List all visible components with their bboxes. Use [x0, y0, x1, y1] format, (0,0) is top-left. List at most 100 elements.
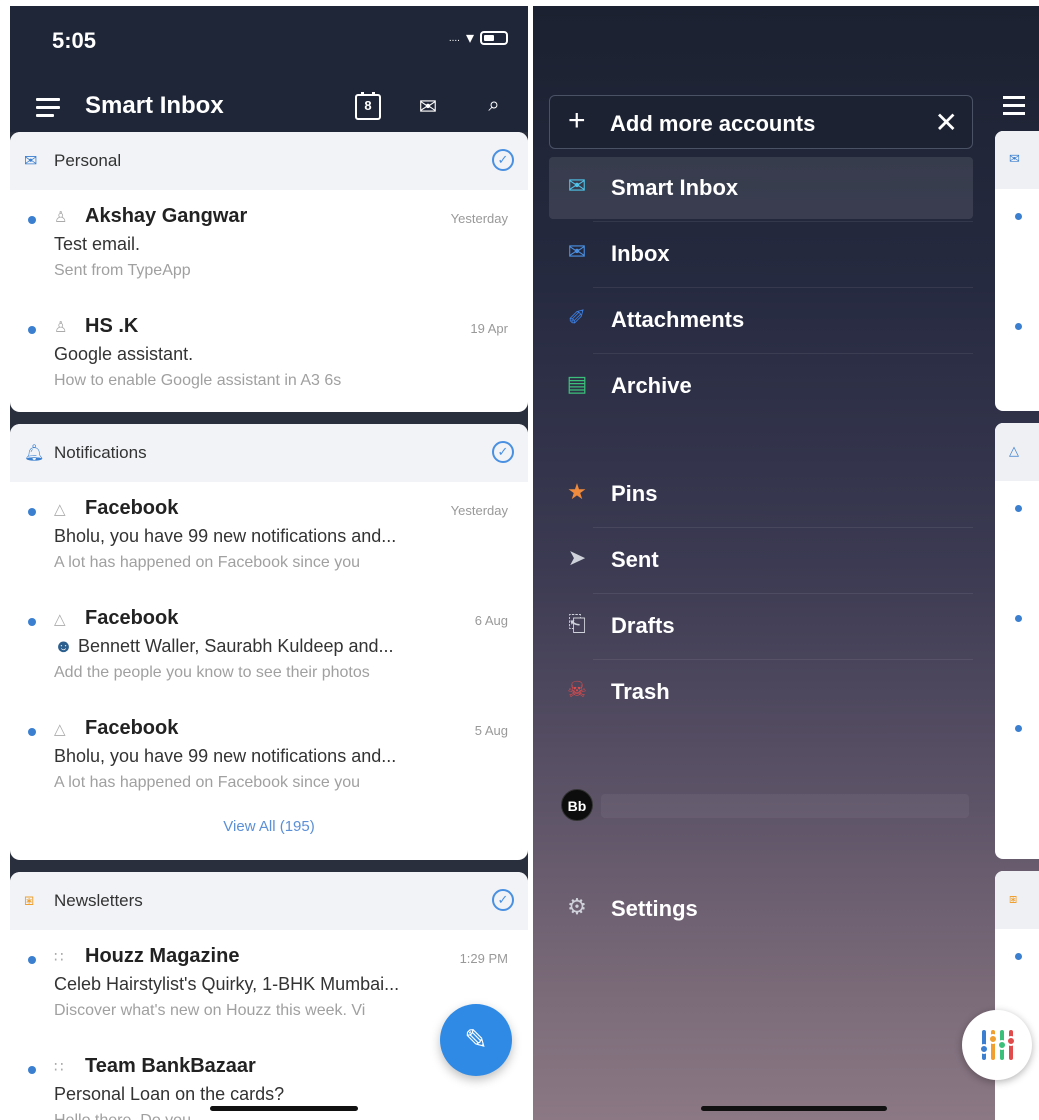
close-icon[interactable]: ✕ [935, 106, 958, 139]
smart-inbox-icon: ✉ [567, 173, 587, 198]
peek-card: ⧆ [995, 871, 1039, 1120]
section-header[interactable]: ⧆ Newsletters ✓ [10, 872, 528, 930]
envelope-icon: ✉ [24, 153, 38, 170]
mail-preview: Hello there, Do you... [54, 1112, 204, 1120]
draft-icon: ⎗ [568, 611, 586, 636]
section-title: Notifications [54, 443, 147, 462]
section-title: Personal [54, 151, 122, 170]
home-indicator [210, 1106, 358, 1111]
plus-icon: + [568, 104, 586, 137]
check-circle-icon[interactable]: ✓ [492, 149, 514, 171]
add-accounts-label: Add more accounts [610, 111, 816, 136]
mail-preview: How to enable Google assistant in A3 6s [54, 372, 342, 389]
mail-check-icon[interactable]: ✉ [414, 94, 442, 120]
check-circle-icon[interactable]: ✓ [492, 441, 514, 463]
drawer-item-pins[interactable]: ★ Pins [549, 463, 973, 525]
drawer-item-label: Drafts [611, 613, 675, 638]
wifi-icon: ▾ [465, 30, 474, 47]
unread-dot [1015, 323, 1022, 330]
peeking-inbox[interactable]: ✉ △ ⧆ [993, 6, 1039, 1120]
search-icon[interactable]: ⌕ [480, 94, 508, 117]
drawer-item-smart-inbox[interactable]: ✉ Smart Inbox [549, 157, 973, 219]
mail-sender: Houzz Magazine [85, 945, 240, 967]
divider [593, 659, 973, 660]
unread-dot [28, 508, 36, 516]
unread-dot [28, 1066, 36, 1074]
mail-preview: Discover what's new on Houzz this week. … [54, 1002, 366, 1019]
unread-dot [28, 728, 36, 736]
contacts-icon: ☻ [54, 636, 73, 656]
account-bankbazaar[interactable]: Bb [549, 784, 973, 828]
peek-card: △ [995, 423, 1039, 859]
drawer-item-attachments[interactable]: ✐ Attachments [549, 289, 973, 351]
rss-icon: ∷ [54, 1059, 64, 1076]
envelope-icon: ✉ [995, 131, 1039, 189]
mail-sender: Akshay Gangwar [85, 205, 248, 227]
mail-item[interactable]: ♙ Akshay Gangwar Yesterday Test email. S… [10, 190, 528, 300]
mail-sender: Team BankBazaar [85, 1055, 256, 1077]
mail-subject: Bennett Waller, Saurabh Kuldeep and... [77, 636, 394, 656]
person-icon: ♙ [54, 319, 68, 336]
view-all-link[interactable]: View All (195) [10, 812, 528, 852]
divider [593, 527, 973, 528]
drawer-item-label: Attachments [611, 307, 745, 332]
filter-button[interactable] [962, 1010, 1032, 1080]
add-accounts-button[interactable]: + Add more accounts ✕ [549, 95, 973, 149]
section-title: Newsletters [54, 891, 143, 910]
mail-sender: Facebook [85, 607, 179, 629]
pin-icon: ★ [567, 479, 587, 504]
bell-icon: △ [54, 501, 66, 518]
rss-icon: ∷ [54, 949, 64, 966]
check-circle-icon[interactable]: ✓ [492, 889, 514, 911]
unread-dot [28, 326, 36, 334]
mail-date: Yesterday [450, 503, 508, 518]
divider [593, 221, 973, 222]
mail-date: 5 Aug [474, 723, 508, 738]
mail-subject: Test email. [54, 234, 141, 254]
mail-subject: Google assistant. [54, 344, 194, 364]
section-header[interactable]: ✉ Personal ✓ [10, 132, 528, 190]
drawer-item-label: Pins [611, 481, 658, 506]
drawer-item-label: Smart Inbox [611, 175, 739, 200]
home-indicator [701, 1106, 887, 1111]
section-personal: ✉ Personal ✓ ♙ Akshay Gangwar Yesterday … [10, 132, 528, 412]
battery-icon [480, 31, 508, 45]
drawer-item-drafts[interactable]: ⎗ Drafts [549, 595, 973, 657]
mail-subject: Personal Loan on the cards? [54, 1084, 285, 1104]
mail-item[interactable]: △ Facebook Yesterday Bholu, you have 99 … [10, 482, 528, 592]
mail-sender: Facebook [85, 497, 179, 519]
account-logo: Bb [561, 789, 593, 821]
mail-preview: A lot has happened on Facebook since you [54, 774, 360, 791]
compose-button[interactable]: ✎ [440, 1004, 512, 1076]
bell-icon: △ [54, 611, 66, 628]
gear-icon: ⚙ [567, 894, 587, 919]
drawer-item-settings[interactable]: ⚙ Settings [549, 878, 973, 940]
menu-icon [1003, 96, 1025, 120]
signal-icon: .... [448, 32, 460, 44]
unread-dot [28, 956, 36, 964]
menu-icon[interactable] [36, 98, 60, 117]
section-header[interactable]: 🔔︎ Notifications ✓ [10, 424, 528, 482]
mail-preview: Add the people you know to see their pho… [54, 664, 370, 681]
drawer-item-archive[interactable]: ▤ Archive [549, 355, 973, 417]
mail-preview: Sent from TypeApp [54, 262, 191, 279]
mail-item[interactable]: △ Facebook 5 Aug Bholu, you have 99 new … [10, 702, 528, 812]
bell-icon: △ [995, 423, 1039, 481]
mail-subject-row: ☻ Bennett Waller, Saurabh Kuldeep and... [54, 636, 394, 657]
drawer-item-inbox[interactable]: ✉ Inbox [549, 223, 973, 285]
account-row [601, 794, 969, 818]
drawer-item-sent[interactable]: ➤ Sent [549, 529, 973, 591]
mail-subject: Celeb Hairstylist's Quirky, 1-BHK Mumbai… [54, 974, 400, 994]
drawer-item-trash[interactable]: ☠ Trash [549, 661, 973, 723]
mail-item[interactable]: ♙ HS .K 19 Apr Google assistant. How to … [10, 300, 528, 410]
inbox-list: ✉ Personal ✓ ♙ Akshay Gangwar Yesterday … [10, 132, 528, 1120]
calendar-icon[interactable]: 8 [355, 92, 381, 120]
page-title: Smart Inbox [85, 92, 224, 119]
sliders-icon [979, 1030, 1016, 1060]
unread-dot [28, 216, 36, 224]
toolbar: Smart Inbox 8 ✉ ⌕ [10, 86, 528, 132]
divider [593, 593, 973, 594]
bell-icon: 🔔︎ [24, 445, 45, 462]
section-newsletters: ⧆ Newsletters ✓ ∷ Houzz Magazine 1:29 PM… [10, 872, 528, 1120]
mail-item[interactable]: △ Facebook 6 Aug ☻ Bennett Waller, Saura… [10, 592, 528, 702]
